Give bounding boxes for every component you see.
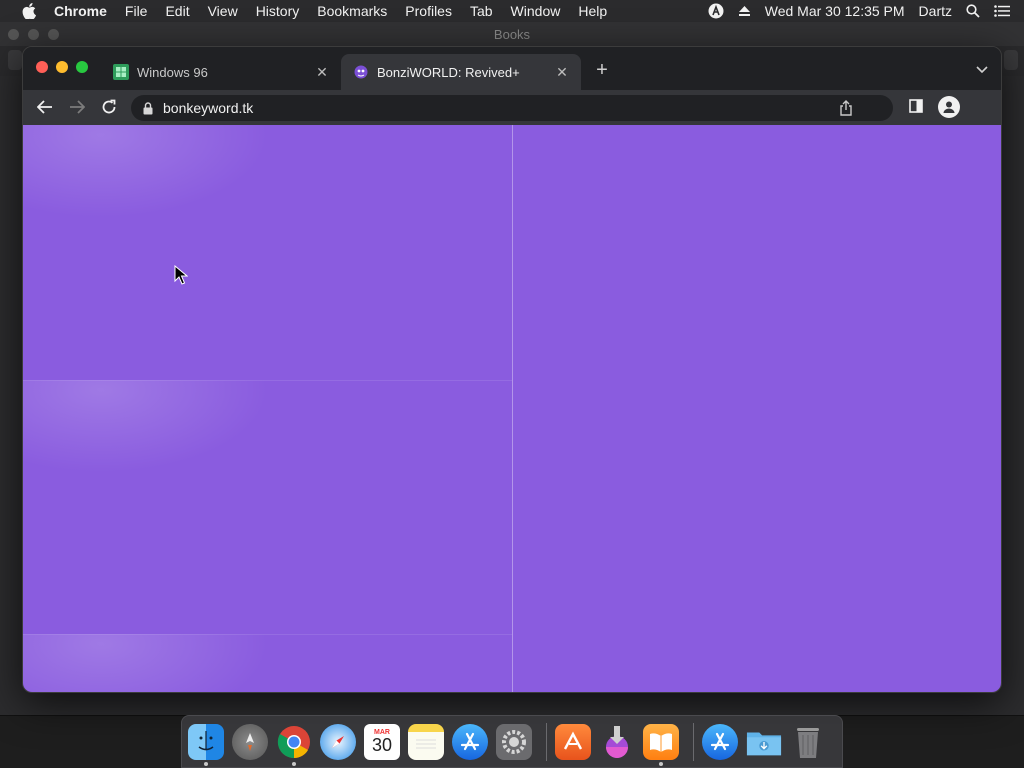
traffic-lights: [36, 61, 96, 73]
launchpad-icon[interactable]: [232, 723, 268, 760]
background-glow: [23, 125, 283, 225]
menu-tab[interactable]: Tab: [470, 3, 493, 19]
close-window-button[interactable]: [36, 61, 48, 73]
menu-edit[interactable]: Edit: [165, 3, 189, 19]
url-text: bonkeyword.tk: [163, 100, 254, 116]
tab-search-chevron-icon[interactable]: [975, 63, 989, 77]
installer-icon[interactable]: [599, 724, 635, 760]
forward-arrow-icon[interactable]: [67, 97, 87, 117]
app-store-icon[interactable]: [452, 723, 488, 760]
menu-bar: Chrome File Edit View History Bookmarks …: [0, 0, 1024, 22]
calendar-day: 30: [371, 735, 393, 755]
close-tab-icon[interactable]: ✕: [553, 63, 571, 81]
menu-view[interactable]: View: [208, 3, 238, 19]
close-tab-icon[interactable]: ✕: [313, 63, 331, 81]
page-divider-line: [512, 125, 513, 692]
background-glow: [23, 634, 283, 692]
profile-avatar-icon[interactable]: [938, 96, 960, 118]
browser-toolbar: bonkeyword.tk: [23, 90, 1001, 125]
dock-separator: [693, 722, 694, 761]
side-panel-icon[interactable]: [909, 99, 923, 118]
tab-title: BonziWORLD: Revived+: [377, 64, 520, 80]
menu-app-name[interactable]: Chrome: [54, 3, 107, 19]
books-toolbar-button[interactable]: [8, 50, 22, 70]
bonziworld-favicon-icon: [353, 64, 369, 80]
menu-file[interactable]: File: [125, 3, 148, 19]
address-bar[interactable]: bonkeyword.tk: [131, 95, 893, 121]
background-glow: [23, 380, 283, 480]
share-icon[interactable]: [839, 100, 853, 116]
menu-profiles[interactable]: Profiles: [405, 3, 452, 19]
reload-icon[interactable]: [99, 97, 119, 117]
calendar-icon[interactable]: MAR 30: [364, 723, 400, 760]
eject-icon[interactable]: [738, 5, 751, 17]
books-titlebar: Books: [0, 22, 1024, 46]
spotlight-search-icon[interactable]: [966, 4, 980, 18]
new-tab-button[interactable]: +: [592, 60, 612, 81]
tab-bonziworld[interactable]: BonziWORLD: Revived+ ✕: [341, 54, 581, 90]
menu-bookmarks[interactable]: Bookmarks: [317, 3, 387, 19]
safari-icon[interactable]: [320, 723, 356, 760]
app-icon[interactable]: [555, 723, 591, 760]
menu-history[interactable]: History: [256, 3, 300, 19]
mouse-pointer-icon: [174, 264, 189, 285]
downloads-folder-icon[interactable]: [746, 724, 782, 760]
chrome-icon[interactable]: [276, 724, 312, 766]
tab-title: Windows 96: [137, 64, 208, 80]
back-arrow-icon[interactable]: [35, 97, 55, 117]
running-indicator: [292, 761, 296, 766]
notes-icon[interactable]: [408, 723, 444, 760]
page-content[interactable]: [23, 125, 1001, 692]
zoom-window-button[interactable]: [76, 61, 88, 73]
running-indicator: [204, 761, 208, 766]
lock-icon[interactable]: [143, 101, 153, 115]
system-preferences-icon[interactable]: [496, 723, 532, 760]
apple-menu-icon[interactable]: [20, 2, 38, 20]
minimize-window-button[interactable]: [56, 61, 68, 73]
menu-clock[interactable]: Wed Mar 30 12:35 PM: [765, 3, 905, 19]
menu-window[interactable]: Window: [511, 3, 561, 19]
books-toolbar-button[interactable]: [1004, 50, 1018, 70]
chrome-window: Windows 96 ✕ BonziWORLD: Revived+ ✕ + bo…: [22, 46, 1002, 693]
tab-windows-96[interactable]: Windows 96 ✕: [111, 54, 341, 90]
dock: MAR 30: [181, 715, 843, 768]
books-icon[interactable]: [643, 723, 679, 766]
running-indicator: [659, 761, 663, 766]
windows96-favicon-icon: [113, 64, 129, 80]
trash-icon[interactable]: [790, 724, 826, 760]
app-store-folder-icon[interactable]: [702, 723, 738, 760]
dock-separator: [546, 722, 547, 761]
accessibility-status-icon[interactable]: [708, 3, 724, 19]
tab-strip: Windows 96 ✕ BonziWORLD: Revived+ ✕ +: [23, 47, 1001, 90]
menu-user[interactable]: Dartz: [919, 3, 952, 19]
notification-center-icon[interactable]: [994, 5, 1010, 17]
menu-help[interactable]: Help: [578, 3, 607, 19]
books-window-title: Books: [493, 26, 531, 42]
finder-icon[interactable]: [188, 723, 224, 766]
